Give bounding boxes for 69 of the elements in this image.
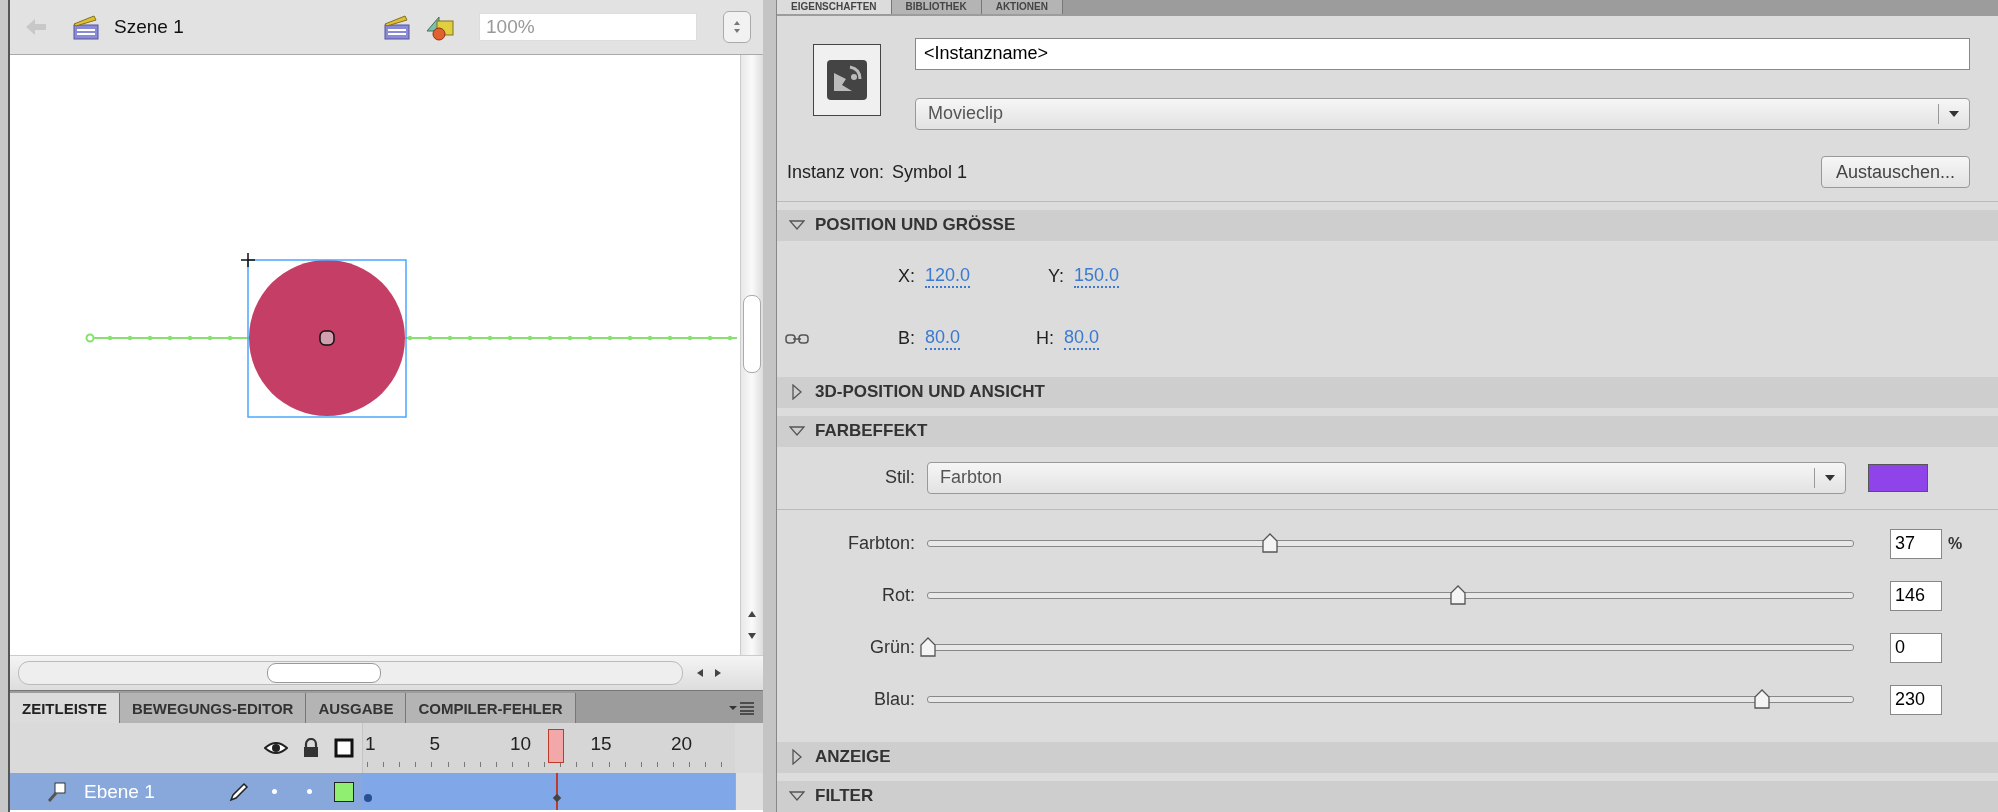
section-header[interactable]: FILTER [777,780,1998,812]
coordinate-label: B: [897,328,915,350]
coordinate-label: Y: [1047,266,1065,288]
section-header[interactable]: 3D-POSITION UND ANSICHT [777,376,1998,408]
scroll-thumb[interactable] [743,295,761,373]
lock-icon[interactable] [302,738,320,758]
section-header[interactable]: ANZEIGE [777,741,1998,773]
section-header[interactable]: POSITION UND GRÖSSE [777,209,1998,241]
slider-label: Grün: [868,637,915,659]
keyframe-dot[interactable] [364,794,372,802]
layer-color-swatch[interactable] [334,781,354,802]
vertical-scrollbar[interactable] [740,55,763,655]
value-field[interactable]: 230 [1890,684,1942,715]
panel-tab[interactable]: ZEITLEISTE [10,693,120,723]
swap-button[interactable]: Austauschen... [1820,156,1970,189]
zoom-stepper[interactable] [723,11,751,43]
frame-number: 1 [365,733,376,755]
lock-dot[interactable] [307,789,312,794]
panel-menu-icon[interactable] [729,701,755,715]
section-header[interactable]: FARBEFFEKT [777,415,1998,447]
slider-label: Blau: [872,689,915,711]
style-label: Stil: [884,467,915,489]
slider-thumb[interactable] [919,637,937,658]
coordinate-label: X: [897,266,915,288]
tint-color-swatch[interactable] [1868,463,1928,492]
slider-label: Rot: [881,585,915,607]
disclosure-triangle-icon[interactable] [789,219,805,232]
clapperboard-icon[interactable] [383,13,411,41]
slider-thumb[interactable] [1261,533,1280,554]
caret-icon [1824,472,1836,483]
crosshair-icon [240,252,256,268]
style-dropdown[interactable]: Farbton [927,461,1846,494]
outline-icon[interactable] [334,738,354,758]
frame-number: 15 [590,733,612,755]
scroll-thumb[interactable] [267,663,381,683]
symbol-name: Symbol 1 [892,162,968,183]
symbol-type-dropdown[interactable]: Movieclip [915,97,1970,130]
instance-name-field[interactable]: <Instanzname> [915,37,1970,70]
properties-tab[interactable]: BIBLIOTHEK [891,0,982,14]
disclosure-triangle-icon[interactable] [789,425,805,438]
properties-tab[interactable]: EIGENSCHAFTEN [777,0,892,14]
value-field[interactable]: 146 [1890,580,1942,611]
unit-label: % [1947,534,1964,553]
clapperboard-icon [72,13,100,41]
layer-name: Ebene 1 [84,780,155,803]
frame-number: 20 [671,733,693,755]
horizontal-scrollbar[interactable] [10,655,763,690]
scene-name: Szene 1 [114,16,184,38]
instance-of-label: Instanz von: [787,162,885,183]
frame-number: 10 [510,733,532,755]
value-field[interactable]: 0 [1890,632,1942,663]
slider-label: Farbton: [846,533,915,555]
disclosure-triangle-icon[interactable] [789,790,805,803]
value-field[interactable]: 37 [1890,528,1942,559]
coordinate-label: H: [1035,328,1055,350]
slider-thumb[interactable] [1449,585,1467,606]
panel-tab[interactable]: AUSGABE [306,693,407,723]
panel-tab[interactable]: BEWEGUNGS-EDITOR [120,693,307,723]
visibility-dot[interactable] [272,789,277,794]
caret-icon [1948,108,1960,119]
frame-number: 5 [429,733,441,755]
registration-point-icon [319,330,335,346]
eye-icon[interactable] [264,740,288,756]
panel-tab[interactable]: COMPILER-FEHLER [406,693,576,723]
pencil-icon [228,780,250,803]
frame-marker [552,793,562,803]
slider-thumb[interactable] [1753,689,1772,710]
playhead[interactable] [548,729,565,763]
properties-tab[interactable]: AKTIONEN [981,0,1063,14]
